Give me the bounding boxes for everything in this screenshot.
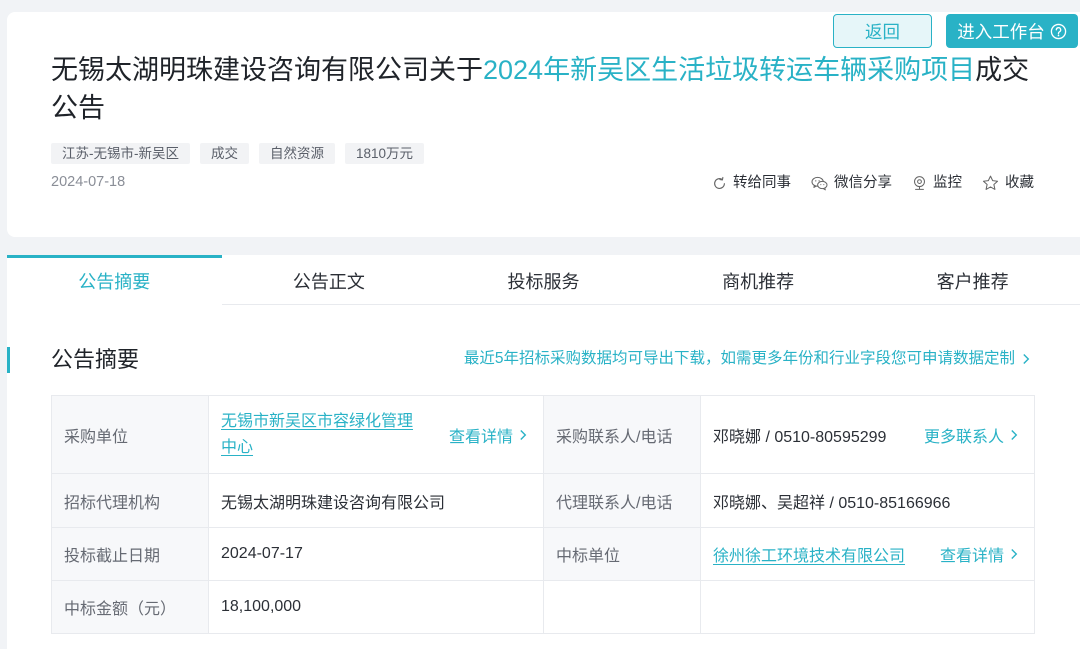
section-accent-bar	[7, 347, 10, 373]
monitor-button[interactable]: 监控	[912, 173, 962, 193]
favorite-label: 收藏	[1005, 175, 1034, 191]
winner-cell: 徐州徐工环境技术有限公司 查看详情	[701, 528, 1035, 581]
title-project-link[interactable]: 2024年新吴区生活垃圾转运车辆采购项目	[483, 55, 975, 85]
deadline-label: 投标截止日期	[52, 528, 209, 581]
summary-table: 采购单位 无锡市新吴区市容绿化管理中心 查看详情 采购联系人/电话 邓晓娜 / …	[51, 395, 1035, 634]
amount-tag: 1810万元	[345, 143, 425, 164]
publish-date: 2024-07-18	[51, 174, 126, 190]
chevron-right-icon	[1010, 548, 1018, 560]
purchaser-contact-value: 邓晓娜 / 0510-80595299	[713, 428, 887, 446]
purchaser-value-cell: 无锡市新吴区市容绿化管理中心 查看详情	[209, 396, 544, 474]
star-icon	[982, 175, 999, 191]
agency-contact-value: 邓晓娜、吴超祥 / 0510-85166966	[701, 474, 1035, 528]
industry-tag: 自然资源	[259, 143, 335, 164]
purchaser-contact-cell: 邓晓娜 / 0510-80595299 更多联系人	[701, 396, 1035, 474]
action-bar: 转给同事 微信分享 监控 收藏	[712, 173, 1034, 193]
enter-workbench-button[interactable]: 进入工作台	[946, 14, 1078, 48]
winner-details-label: 查看详情	[939, 548, 1004, 565]
winner-details-link[interactable]: 查看详情	[940, 542, 1018, 566]
favorite-button[interactable]: 收藏	[982, 173, 1034, 193]
title-prefix: 无锡太湖明珠建设咨询有限公司关于	[51, 55, 483, 85]
tab-bid-services[interactable]: 投标服务	[436, 255, 651, 305]
winner-label: 中标单位	[544, 528, 701, 581]
page-title: 无锡太湖明珠建设咨询有限公司关于2024年新吴区生活垃圾转运车辆采购项目成交公告	[51, 51, 1051, 127]
forward-icon	[712, 176, 727, 191]
data-export-link[interactable]: 最近5年招标采购数据均可导出下载，如需更多年份和行业字段您可申请数据定制	[464, 347, 1030, 371]
chevron-right-icon	[1022, 353, 1030, 365]
tab-full-text[interactable]: 公告正文	[221, 255, 437, 305]
agency-label: 招标代理机构	[52, 474, 209, 528]
purchaser-details-label: 查看详情	[448, 428, 513, 446]
purchaser-label: 采购单位	[52, 396, 209, 474]
data-export-link-label: 最近5年招标采购数据均可导出下载，如需更多年份和行业字段您可申请数据定制	[463, 350, 1015, 367]
wechat-share-button[interactable]: 微信分享	[811, 173, 892, 193]
monitor-icon	[912, 175, 927, 191]
help-circle-icon	[1050, 23, 1067, 40]
forward-label: 转给同事	[733, 175, 791, 191]
status-tag: 成交	[200, 143, 249, 164]
purchaser-details-link[interactable]: 查看详情	[449, 423, 527, 447]
back-button-label: 返回	[865, 21, 900, 42]
empty-cell	[544, 581, 701, 634]
more-contacts-link[interactable]: 更多联系人	[924, 423, 1018, 447]
section-title: 公告摘要	[51, 347, 140, 372]
tab-summary[interactable]: 公告摘要	[7, 255, 222, 305]
chevron-right-icon	[519, 429, 527, 441]
tag-list: 江苏-无锡市-新吴区 成交 自然资源 1810万元	[51, 143, 425, 164]
region-tag: 江苏-无锡市-新吴区	[51, 143, 190, 164]
forward-to-colleague-button[interactable]: 转给同事	[712, 173, 791, 193]
empty-cell	[701, 581, 1035, 634]
wechat-icon	[811, 176, 828, 191]
wechat-share-label: 微信分享	[834, 175, 892, 191]
purchaser-link[interactable]: 无锡市新吴区市容绿化管理中心	[221, 409, 421, 461]
agency-contact-label: 代理联系人/电话	[544, 474, 701, 528]
award-amount-label: 中标金额（元）	[52, 581, 209, 634]
monitor-label: 监控	[933, 175, 962, 191]
more-contacts-label: 更多联系人	[923, 428, 1004, 446]
tab-bar: 公告摘要 公告正文 投标服务 商机推荐 客户推荐	[7, 255, 1080, 305]
tab-customer-recommend[interactable]: 客户推荐	[865, 255, 1080, 305]
enter-workbench-label: 进入工作台	[957, 21, 1045, 42]
purchaser-contact-label: 采购联系人/电话	[544, 396, 701, 474]
deadline-value: 2024-07-17	[209, 528, 544, 581]
chevron-right-icon	[1010, 429, 1018, 441]
award-amount-value: 18,100,000	[209, 581, 544, 634]
back-button[interactable]: 返回	[833, 14, 932, 48]
winner-link[interactable]: 徐州徐工环境技术有限公司	[713, 542, 905, 566]
agency-value: 无锡太湖明珠建设咨询有限公司	[209, 474, 544, 528]
tab-opportunity-recommend[interactable]: 商机推荐	[650, 255, 866, 305]
